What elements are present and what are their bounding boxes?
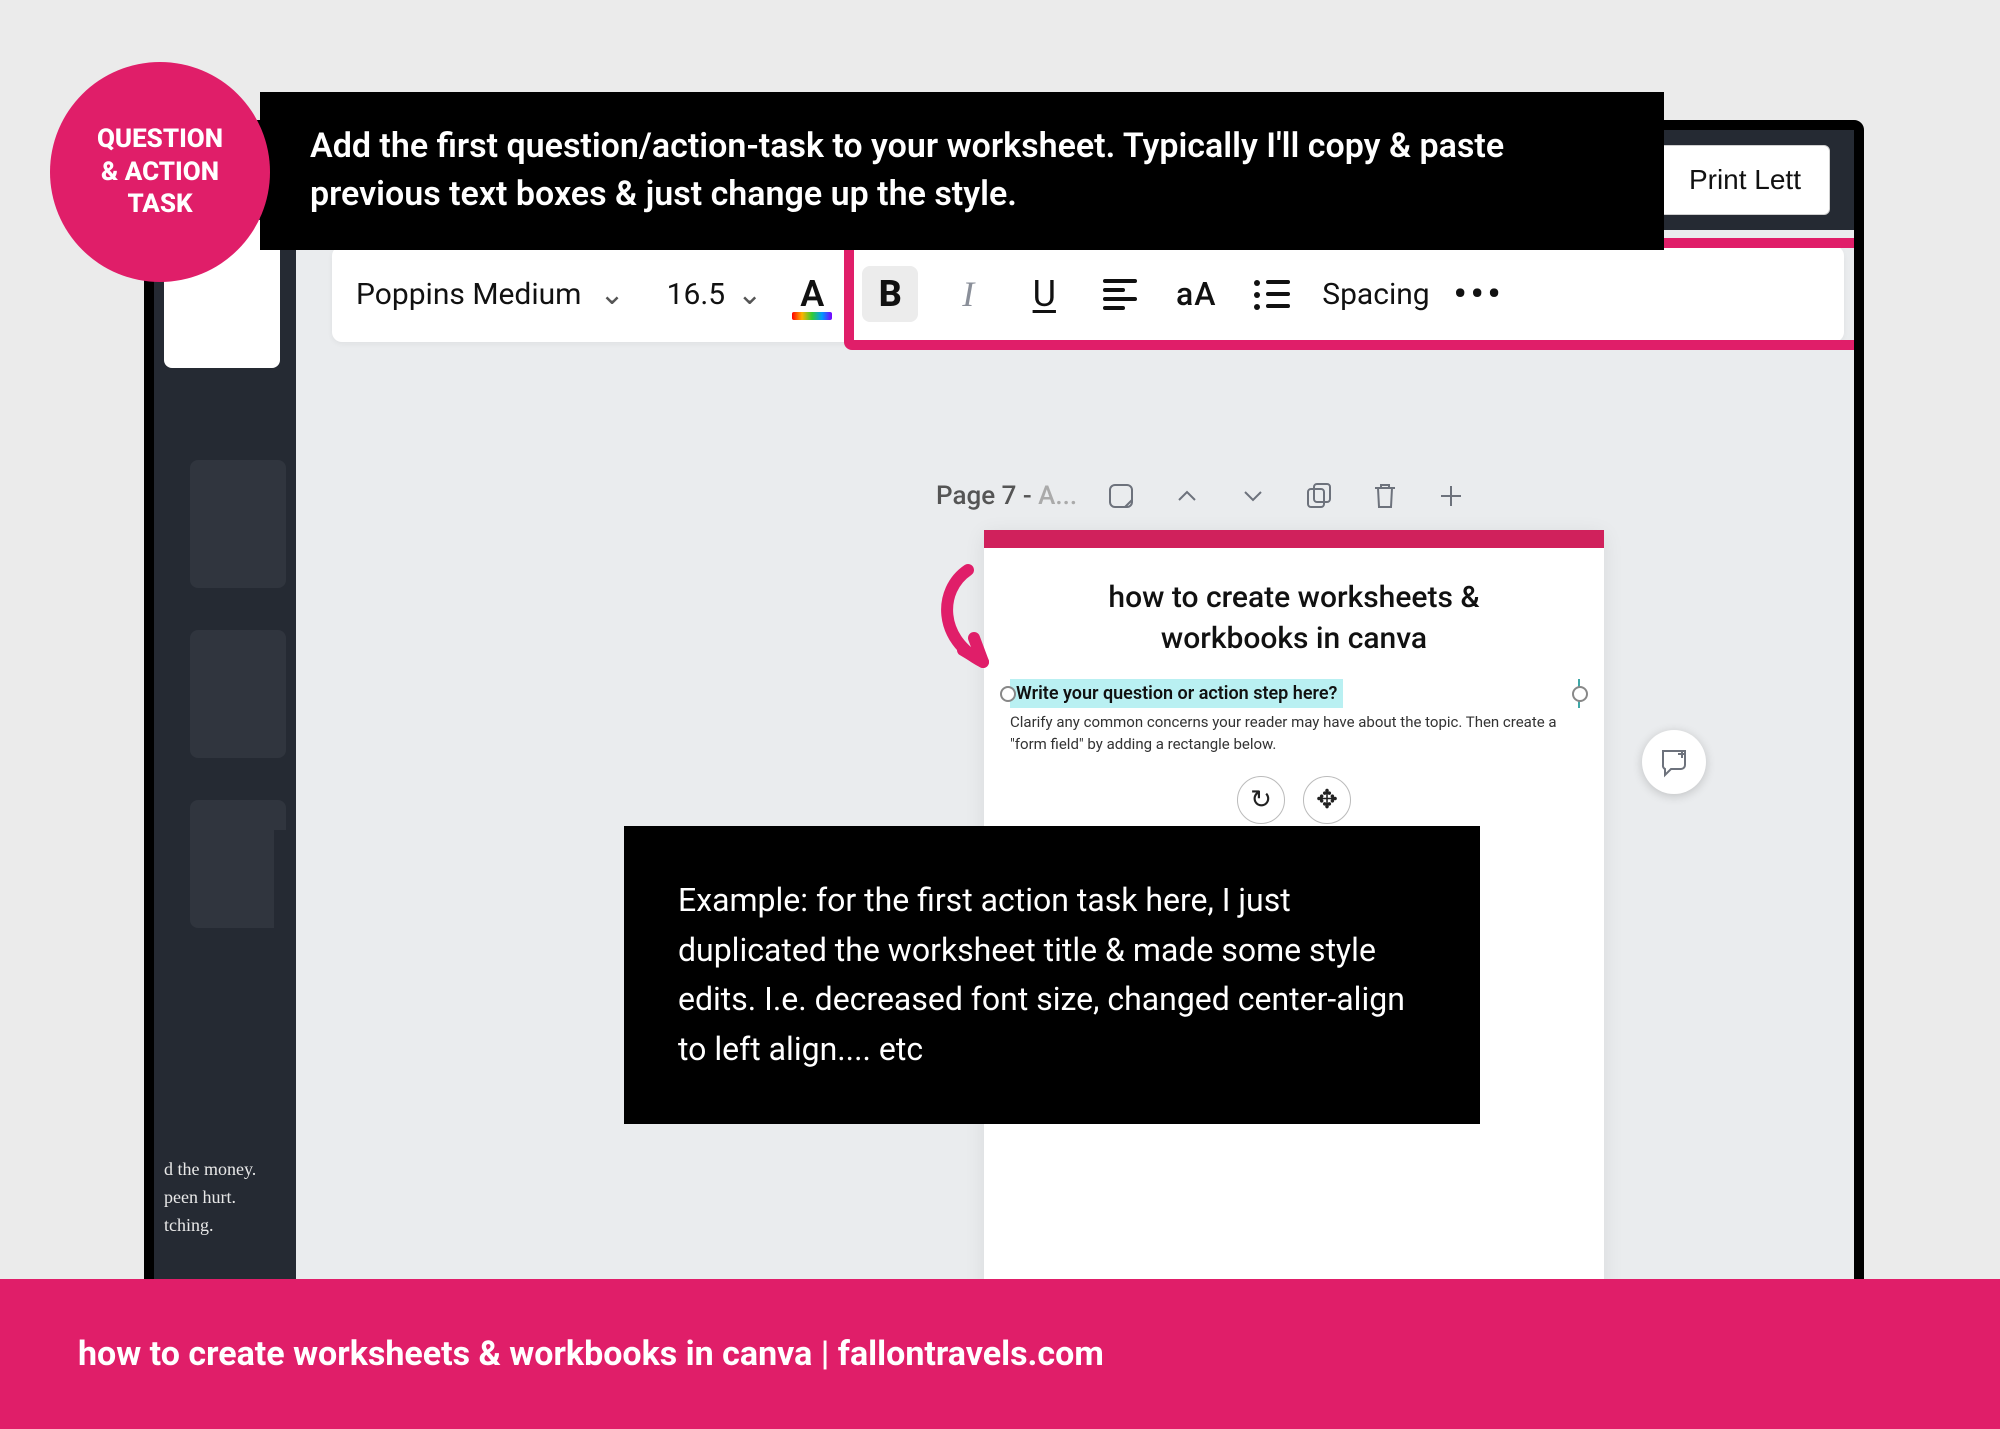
instruction-banner: Add the first question/action-task to yo… bbox=[260, 92, 1664, 250]
note-icon bbox=[1107, 482, 1135, 510]
selected-textbox[interactable]: Write your question or action step here? bbox=[1010, 683, 1578, 704]
plus-icon bbox=[1438, 483, 1464, 509]
page-accent-bar bbox=[984, 530, 1604, 548]
page-controls: Page 7 - A... bbox=[936, 474, 1473, 518]
comment-plus-icon bbox=[1657, 745, 1691, 779]
editor-window: Print Lett ‹ d the money. peen hurt. tch… bbox=[144, 120, 1864, 1320]
sidebar-thumbnail[interactable] bbox=[190, 460, 286, 588]
chevron-down-icon: ⌄ bbox=[737, 277, 762, 312]
move-icon: ✥ bbox=[1316, 785, 1338, 815]
chevron-up-icon bbox=[1175, 484, 1199, 508]
text-color-button[interactable]: A bbox=[786, 268, 838, 320]
footer-text: how to create worksheets & workbooks in … bbox=[78, 1334, 1104, 1374]
underline-button[interactable]: U bbox=[1018, 268, 1070, 320]
canvas-area[interactable]: Poppins Medium ⌄ 16.5 ⌄ A B I U bbox=[296, 230, 1854, 1310]
page-down-button[interactable] bbox=[1231, 474, 1275, 518]
font-family-label: Poppins Medium bbox=[356, 277, 581, 312]
footer-bar: how to create worksheets & workbooks in … bbox=[0, 1279, 2000, 1429]
duplicate-page-button[interactable] bbox=[1297, 474, 1341, 518]
helper-text[interactable]: Clarify any common concerns your reader … bbox=[1010, 712, 1578, 756]
copy-icon bbox=[1305, 482, 1333, 510]
page-up-button[interactable] bbox=[1165, 474, 1209, 518]
text-case-button[interactable]: aA bbox=[1170, 268, 1222, 320]
sidebar-thumbnail[interactable] bbox=[190, 630, 286, 758]
example-text: Example: for the first action task here,… bbox=[678, 881, 1405, 1068]
step-badge: QUESTION & ACTION TASK bbox=[50, 62, 270, 282]
instruction-text: Add the first question/action-task to yo… bbox=[310, 123, 1614, 218]
trash-icon bbox=[1372, 482, 1398, 510]
sidebar-thumbnail[interactable] bbox=[190, 800, 286, 928]
bold-button[interactable]: B bbox=[862, 266, 918, 322]
align-left-icon bbox=[1103, 279, 1137, 310]
chevron-down-icon bbox=[1241, 484, 1265, 508]
delete-page-button[interactable] bbox=[1363, 474, 1407, 518]
element-float-tools: ↻ ✥ bbox=[984, 776, 1604, 824]
print-button[interactable]: Print Lett bbox=[1648, 145, 1830, 215]
font-family-select[interactable]: Poppins Medium ⌄ bbox=[356, 277, 643, 312]
add-page-button[interactable] bbox=[1429, 474, 1473, 518]
italic-button[interactable]: I bbox=[942, 268, 994, 320]
add-comment-button[interactable] bbox=[1642, 730, 1706, 794]
worksheet-title[interactable]: how to create worksheets & workbooks in … bbox=[984, 548, 1604, 665]
spacing-button[interactable]: Spacing bbox=[1322, 277, 1429, 312]
color-swatch bbox=[792, 312, 832, 320]
rotate-icon: ↻ bbox=[1250, 785, 1272, 815]
resize-handle-left[interactable] bbox=[1000, 686, 1016, 702]
move-button[interactable]: ✥ bbox=[1303, 776, 1351, 824]
example-callout: Example: for the first action task here,… bbox=[624, 826, 1480, 1124]
align-button[interactable] bbox=[1094, 268, 1146, 320]
text-toolbar: Poppins Medium ⌄ 16.5 ⌄ A B I U bbox=[332, 246, 1844, 342]
sidebar-preview-text: d the money. peen hurt. tching. bbox=[164, 1156, 256, 1240]
sidebar: ‹ d the money. peen hurt. tching. bbox=[154, 230, 296, 1310]
text-color-icon: A bbox=[800, 273, 824, 315]
font-size-value: 16.5 bbox=[667, 277, 726, 312]
resize-handle-right[interactable] bbox=[1572, 686, 1588, 702]
question-text[interactable]: Write your question or action step here? bbox=[1010, 679, 1343, 708]
notes-button[interactable] bbox=[1099, 474, 1143, 518]
chevron-down-icon: ⌄ bbox=[599, 277, 624, 312]
rotate-button[interactable]: ↻ bbox=[1237, 776, 1285, 824]
page-label: Page 7 - A... bbox=[936, 481, 1077, 511]
list-button[interactable] bbox=[1246, 268, 1298, 320]
more-options-button[interactable]: ••• bbox=[1454, 273, 1505, 315]
bullet-list-icon bbox=[1254, 278, 1290, 310]
app-body: ‹ d the money. peen hurt. tching. Poppin… bbox=[154, 230, 1854, 1310]
font-size-select[interactable]: 16.5 ⌄ bbox=[667, 277, 763, 312]
